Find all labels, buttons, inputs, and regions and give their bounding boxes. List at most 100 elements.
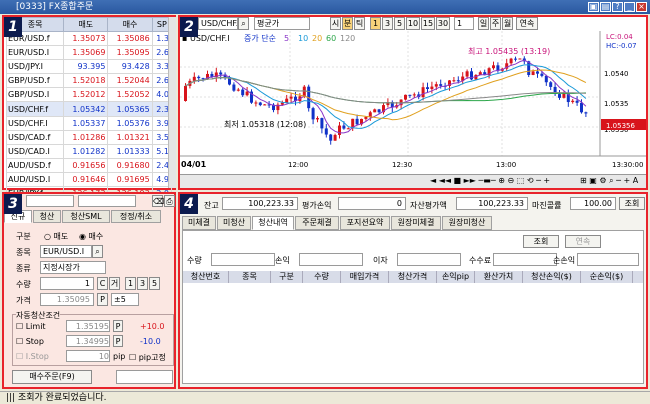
order-type-select[interactable]: 지정시장가 [40,261,106,274]
order-tab-modify[interactable]: 정정/취소 [111,210,161,223]
history-tab-0[interactable]: 미체결 [182,216,216,230]
mode-button-1[interactable]: 분 [342,17,353,30]
quote-row[interactable]: USD/CHF.I 1.05337 1.05376 3.9 [5,115,173,131]
istop-checkbox[interactable]: ☐ I.Stop [16,352,49,361]
qty-btn-3[interactable]: 3 [137,277,148,290]
order-tab-close[interactable]: 청산 [33,210,61,223]
order-symbol-select[interactable]: EUR/USD.I [40,245,92,258]
history-col-4[interactable]: 매입가격 [341,271,389,283]
history-col-6[interactable]: 손익pip [437,271,475,283]
qty-btn-c[interactable]: C [97,277,108,290]
qty-btn-geo[interactable]: 거 [109,277,120,290]
interval-button-5[interactable]: 5 [394,17,405,30]
period-button-week[interactable]: 주 [490,17,501,30]
buy-order-button[interactable]: 매수주문(F9) [12,370,92,384]
history-col-8[interactable]: 청산손익($) [523,271,581,283]
qty-btn-1[interactable]: 1 [125,277,136,290]
history-query-button[interactable]: 조회 [523,235,559,248]
limit-checkbox[interactable]: ☐ Limit [16,322,46,331]
price-p-button[interactable]: P [97,293,108,306]
candle-body [536,71,539,74]
chart-tools-icons[interactable]: ⊞ ▣ ⚙ ⌕ ─ + A [580,176,638,186]
slippage-select[interactable]: ±5 [111,293,139,306]
history-tab-6[interactable]: 원장미청산 [442,216,492,230]
sell-radio[interactable]: ○ 매도 [44,231,68,242]
continuous-button[interactable]: 연속 [516,17,538,30]
print-icon[interactable]: ▤ [600,2,611,12]
mode-button-2[interactable]: 틱 [354,17,365,30]
interval-count-input[interactable]: 1 [454,17,474,30]
qty-input[interactable]: 1 [40,277,94,290]
limit-input[interactable]: 1.35195 [66,320,110,332]
symbol-search-icon[interactable]: ⌕ [92,245,103,258]
chart-scroll-icons[interactable]: ◄ ◄◄ ■ ►► ─▬─ ⊕ ⊖ ⬚ ⟲ ─ + [430,176,550,185]
price-type-select[interactable]: 평균가 [254,17,310,30]
status-bar: ||| 조회가 완료되었습니다. [0,391,650,404]
mode-button-0[interactable]: 시 [330,17,341,30]
history-tab-1[interactable]: 미청산 [217,216,251,230]
history-tab-5[interactable]: 원장미체결 [391,216,441,230]
col-bid[interactable]: 매도 [63,17,109,32]
quote-scrollbar[interactable] [168,17,176,188]
order-panel: ⌫ ⎙ 신규 청산 청산SML 정정/취소 구분 ○ 매도 ◉ 매수 종목 EU… [2,192,176,389]
quote-row[interactable]: AUD/USD.f 0.91656 0.91680 2.4 [5,157,173,173]
stop-input[interactable]: 1.34995 [66,335,110,347]
chart-symbol-input[interactable]: USD/CHF.I [198,17,238,30]
price-chart[interactable]: 1.05401.05351.05301.05356LC:0.04HC:-0.07… [180,31,646,174]
quote-row[interactable]: GBP/USD.f 1.52018 1.52044 2.6 [5,73,173,89]
history-tab-3[interactable]: 주문체결 [295,216,339,230]
candle-body [430,86,434,89]
minimize-icon[interactable]: _ [624,2,635,12]
asset-value: 100,223.33 [456,197,528,210]
interval-button-10[interactable]: 10 [406,17,420,30]
quote-row[interactable]: AUD/USD.I 0.91646 0.91695 4.9 [5,171,173,188]
price-input[interactable]: 1.35095 [40,293,94,306]
buy-radio[interactable]: ◉ 매수 [79,231,103,242]
order-tab-close-sml[interactable]: 청산SML [62,210,110,223]
quote-row[interactable]: EUR/USD.I 1.35069 1.35095 2.6 [5,45,173,61]
interval-button-15[interactable]: 15 [421,17,435,30]
col-ask[interactable]: 매수 [107,17,153,32]
history-tab-2[interactable]: 청산내역 [252,216,294,230]
candle-body [571,100,575,103]
password-input[interactable] [78,195,136,207]
quote-row[interactable]: GBP/USD.I 1.52012 1.52052 4.0 [5,87,173,103]
history-col-0[interactable]: 청산번호 [183,271,229,283]
history-next-button[interactable]: 연속 [565,235,601,248]
help-icon[interactable]: ? [612,2,623,12]
interval-button-1[interactable]: 1 [370,17,381,30]
candle-body [531,71,535,76]
dock-icon[interactable]: ▣ [588,2,599,12]
history-col-2[interactable]: 구분 [271,271,303,283]
history-col-1[interactable]: 종목 [229,271,271,283]
history-col-3[interactable]: 수량 [303,271,341,283]
quote-row[interactable]: USD/JPY.I 93.395 93.428 3.3 [5,59,173,75]
qty-btn-5[interactable]: 5 [149,277,160,290]
history-col-7[interactable]: 환산가치 [475,271,523,283]
history-tab-4[interactable]: 포지션요약 [340,216,390,230]
stop-checkbox[interactable]: ☐ Stop [16,337,44,346]
candle-body [540,73,544,76]
print-icon[interactable]: ⎙ [164,195,175,207]
period-button-day[interactable]: 일 [478,17,489,30]
quote-row[interactable]: USD/CAD.f 1.01286 1.01321 3.5 [5,129,173,145]
stop-p-button[interactable]: P [113,335,123,347]
interval-button-30[interactable]: 30 [436,17,450,30]
quote-ask: 1.01333 [107,143,153,159]
quote-row[interactable]: USD/CHF.f 1.05342 1.05365 2.3 [5,101,173,117]
eraser-icon[interactable]: ⌫ [152,195,164,207]
candle-body [232,84,236,91]
search-icon[interactable]: ⌕ [238,17,249,30]
period-button-month[interactable]: 월 [502,17,513,30]
quote-row[interactable]: USD/CAD.I 1.01282 1.01333 5.1 [5,143,173,159]
interval-button-3[interactable]: 3 [382,17,393,30]
history-col-5[interactable]: 청산가격 [389,271,437,283]
istop-input[interactable]: 10 [66,350,110,362]
account-select[interactable] [26,195,74,207]
limit-p-button[interactable]: P [113,320,123,332]
history-col-9[interactable]: 순손익($) [581,271,633,283]
quote-row[interactable]: EUR/USD.f 1.35073 1.35086 1.3 [5,30,173,47]
account-query-button[interactable]: 조회 [619,197,645,210]
close-icon[interactable]: × [636,2,647,12]
pip-fix-checkbox[interactable]: ☐ pip고정 [129,352,166,363]
